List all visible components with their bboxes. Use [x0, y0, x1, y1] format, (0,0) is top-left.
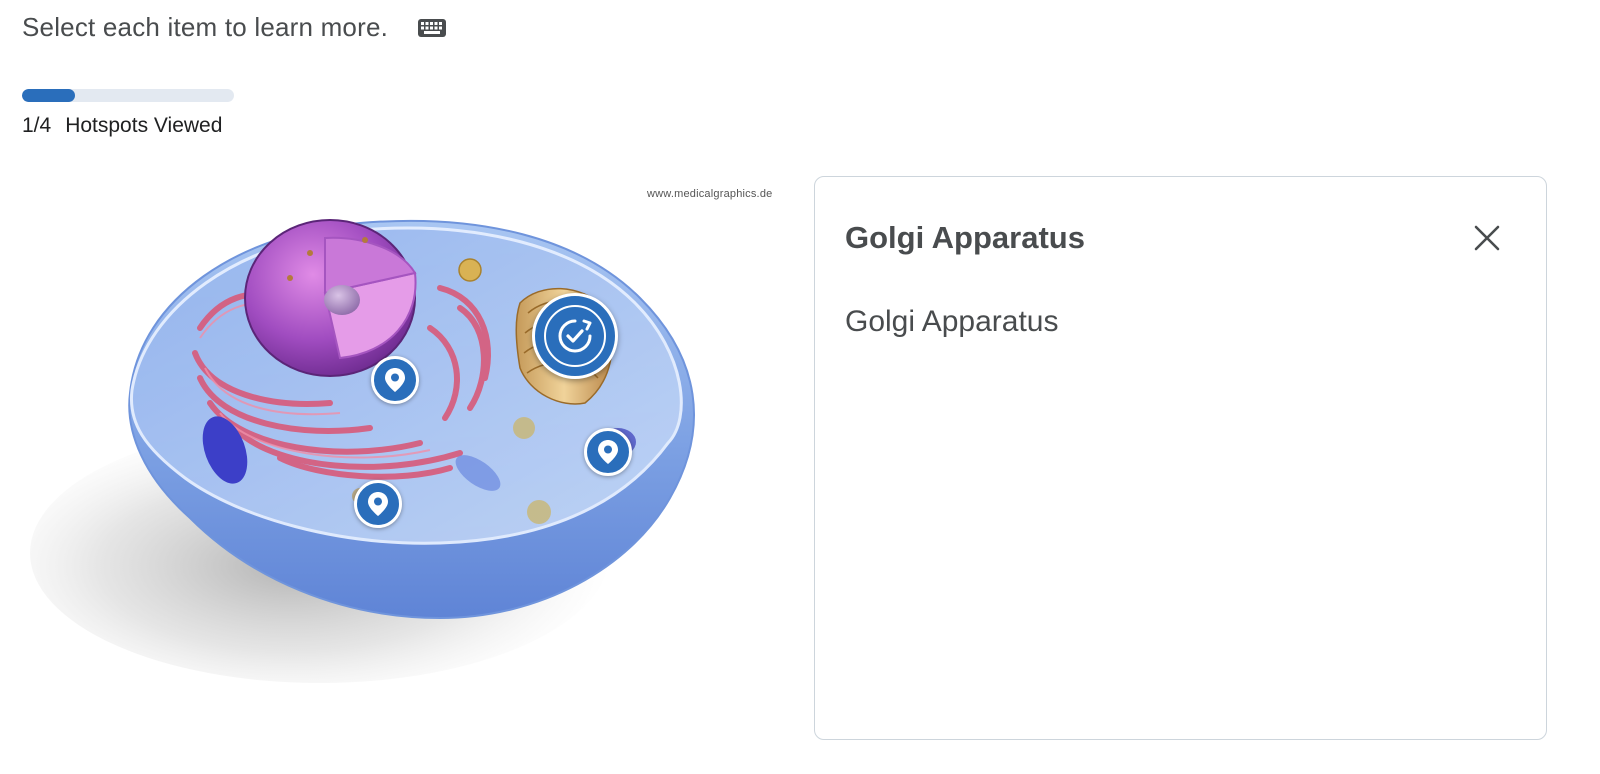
map-pin-icon — [368, 492, 388, 516]
instructions-bar: Select each item to learn more. — [22, 12, 448, 43]
progress-bar — [22, 89, 234, 102]
progress-count: 1/4 — [22, 114, 52, 137]
image-credit: www.medicalgraphics.de — [647, 188, 773, 200]
close-icon[interactable] — [1472, 223, 1502, 253]
map-pin-icon — [598, 440, 618, 464]
instructions-text: Select each item to learn more. — [22, 12, 389, 42]
hotspot-active-ring — [544, 305, 606, 367]
hotspot-endoplasmic-reticulum[interactable] — [371, 356, 419, 404]
hotspot-detail-panel: Golgi Apparatus Golgi Apparatus — [814, 176, 1547, 740]
hotspot-right[interactable] — [584, 428, 632, 476]
panel-title: Golgi Apparatus — [845, 220, 1085, 255]
animal-cell-illustration — [30, 219, 695, 683]
cell-image-area: www.medicalgraphics.de — [20, 178, 800, 738]
keyboard-icon[interactable] — [416, 15, 448, 41]
panel-body-text: Golgi Apparatus — [845, 305, 1059, 338]
hotspot-lower-left[interactable] — [354, 480, 402, 528]
check-circle-icon — [558, 319, 592, 353]
progress-bar-fill — [22, 89, 75, 102]
map-pin-icon — [385, 368, 405, 392]
progress-label: 1/4 Hotspots Viewed — [22, 114, 222, 138]
progress-text: Hotspots Viewed — [65, 114, 223, 137]
hotspot-activity: Select each item to learn more. 1/4 Hotsp… — [0, 0, 1600, 774]
hotspot-golgi-apparatus[interactable] — [532, 293, 618, 379]
